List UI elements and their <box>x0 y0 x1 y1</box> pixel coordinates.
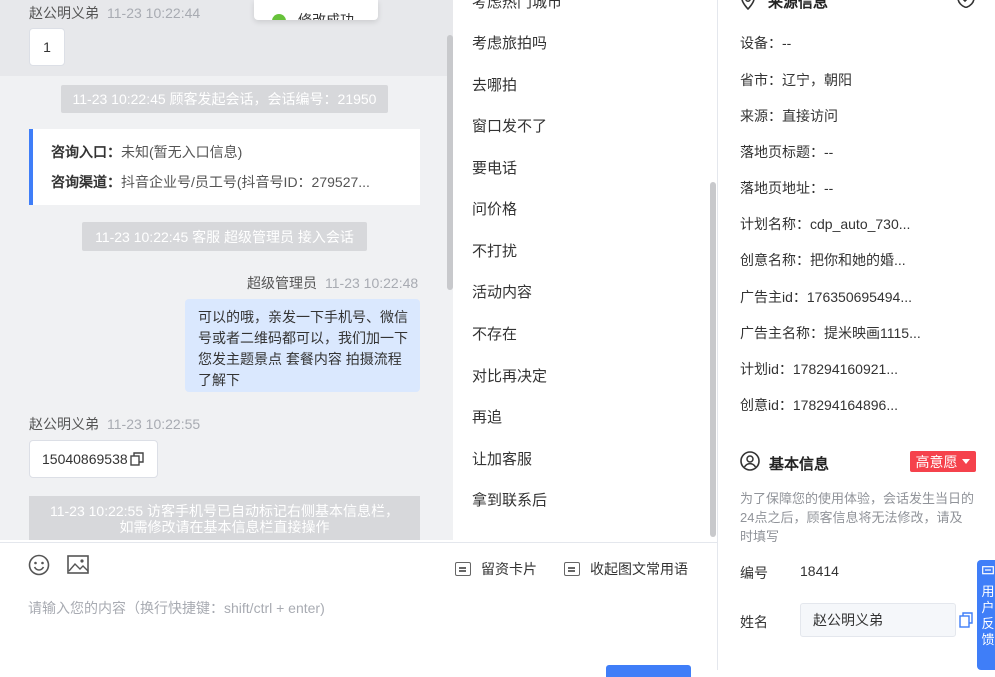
source-field-advertiser-id: 广告主id：176350695494... <box>740 289 912 305</box>
source-field-creative-id: 创意id：178294164896... <box>740 397 898 413</box>
system-message-agent-join: 11-23 10:22:45 客服 超级管理员 接入会话 <box>82 222 367 251</box>
intent-badge[interactable]: 高意愿 <box>910 451 976 472</box>
send-button[interactable] <box>606 665 691 677</box>
quick-reply-item[interactable]: 对比再决定 <box>472 365 547 386</box>
phone-auto-mark-notice: 11-23 10:22:55 访客手机号已自动标记右侧基本信息栏， 如需修改请在… <box>29 496 420 540</box>
consult-channel-row: 咨询渠道：抖音企业号/员工号(抖音号ID：279527... <box>51 171 401 201</box>
quick-reply-item[interactable]: 不打扰 <box>472 240 517 261</box>
lead-card-label: 留资卡片 <box>481 561 537 577</box>
source-field-plan-name: 计划名称：cdp_auto_730... <box>740 216 911 232</box>
success-check-icon <box>272 14 286 20</box>
shield-icon[interactable] <box>956 0 976 13</box>
quick-reply-item[interactable]: 考虑旅拍吗 <box>472 32 547 53</box>
feedback-button[interactable]: 用户反馈 <box>977 560 995 670</box>
quick-reply-item[interactable]: 考虑热门城市 <box>472 0 562 12</box>
source-field-landing-title: 落地页标题：-- <box>740 144 834 160</box>
quick-reply-item[interactable]: 去哪拍 <box>472 74 517 95</box>
customer-info-panel: 来源信息 设备：-- 省市：辽宁，朝阳 来源：直接访问 落地页标题：-- 落地页… <box>717 0 995 670</box>
visitor-sender-line-2: 赵公明义弟 11-23 10:22:55 <box>29 414 200 434</box>
feedback-label: 用户反馈 <box>981 584 995 647</box>
source-field-source: 来源：直接访问 <box>740 108 838 124</box>
card-icon <box>455 562 471 576</box>
emoji-icon[interactable] <box>28 554 50 581</box>
caret-down-icon <box>961 458 970 464</box>
visitor-name: 赵公明义弟 <box>29 416 99 432</box>
message-icon <box>982 566 994 575</box>
lead-card-button[interactable]: 留资卡片 <box>455 559 537 579</box>
name-label: 姓名 <box>740 614 768 630</box>
intent-badge-label: 高意愿 <box>915 453 958 470</box>
agent-sender-line: 超级管理员 11-23 10:22:48 <box>247 273 418 293</box>
copy-icon[interactable] <box>959 612 973 633</box>
image-icon[interactable] <box>67 555 89 579</box>
edit-deadline-hint: 为了保障您的使用体验，会话发生当日的24点之后，顾客信息将无法修改，请及时填写 <box>740 491 975 544</box>
quick-reply-item[interactable]: 窗口发不了 <box>472 115 547 136</box>
quick-reply-item[interactable]: 问价格 <box>472 198 517 219</box>
quick-reply-scrollbar[interactable] <box>710 182 716 537</box>
visitor-phone-text: 15040869538 <box>42 451 128 467</box>
source-info-title: 来源信息 <box>768 0 829 11</box>
notice-line-1: 11-23 10:22:55 访客手机号已自动标记右侧基本信息栏， <box>49 503 400 519</box>
message-input[interactable]: 请输入您的内容（换行快捷键：shift/ctrl + enter) <box>28 598 325 618</box>
message-composer: 留资卡片 收起图文常用语 请输入您的内容（换行快捷键：shift/ctrl + … <box>0 542 717 677</box>
id-value: 18414 <box>800 563 839 579</box>
quick-reply-item[interactable]: 再追 <box>472 406 502 427</box>
consult-entry-row: 咨询入口：未知(暂无入口信息) <box>51 141 401 171</box>
consult-entry-label: 咨询入口： <box>51 144 121 160</box>
source-field-region: 省市：辽宁，朝阳 <box>740 72 852 88</box>
visitor-sender-line: 赵公明义弟 11-23 10:22:44 <box>29 3 200 23</box>
source-field-device: 设备：-- <box>740 35 792 51</box>
source-field-creative-name: 创意名称：把你和她的婚... <box>740 252 906 268</box>
visitor-message: 1 <box>29 28 65 66</box>
chat-history-panel[interactable]: 赵公明义弟 11-23 10:22:44 1 11-23 10:22:45 顾客发… <box>0 0 453 540</box>
basic-info-title: 基本信息 <box>769 456 830 473</box>
system-message-session-start: 11-23 10:22:45 顾客发起会话，会话编号：21950 <box>61 85 388 113</box>
id-label: 编号 <box>740 565 768 581</box>
quick-reply-item[interactable]: 拿到联系后 <box>472 489 547 510</box>
notice-line-2: 如需修改请在基本信息栏直接操作 <box>119 519 330 535</box>
source-field-plan-id: 计划id：178294160921... <box>740 361 898 377</box>
consult-channel-value: 抖音企业号/员工号(抖音号ID：279527... <box>121 174 370 190</box>
collapse-phrases-label: 收起图文常用语 <box>590 561 688 577</box>
agent-time: 11-23 10:22:48 <box>325 275 419 291</box>
quick-reply-item[interactable]: 让加客服 <box>472 448 532 469</box>
name-field[interactable]: 赵公明义弟 <box>800 603 956 637</box>
quick-reply-item[interactable]: 不存在 <box>472 323 517 344</box>
copy-icon[interactable] <box>129 452 144 466</box>
agent-name: 超级管理员 <box>247 275 317 291</box>
visitor-phone-message: 15040869538 <box>29 440 158 478</box>
user-circle-icon <box>740 451 760 476</box>
visitor-name: 赵公明义弟 <box>29 5 99 21</box>
visitor-time: 11-23 10:22:55 <box>107 416 201 432</box>
phrases-icon <box>564 562 580 576</box>
collapse-phrases-button[interactable]: 收起图文常用语 <box>564 559 688 579</box>
source-field-advertiser-name: 广告主名称：提米映画1115... <box>740 325 921 341</box>
quick-reply-item[interactable]: 要电话 <box>472 157 517 178</box>
success-toast: 修改成功 <box>254 0 378 20</box>
consult-info-card: 咨询入口：未知(暂无入口信息) 咨询渠道：抖音企业号/员工号(抖音号ID：279… <box>29 129 420 205</box>
quick-reply-item[interactable]: 活动内容 <box>472 281 532 302</box>
consult-channel-label: 咨询渠道： <box>51 174 121 190</box>
consult-entry-value: 未知(暂无入口信息) <box>121 144 243 160</box>
toast-text: 修改成功 <box>298 12 354 20</box>
location-pin-icon <box>740 0 756 15</box>
quick-reply-list: 考虑热门城市 考虑旅拍吗 去哪拍 窗口发不了 要电话 问价格 不打扰 活动内容 … <box>453 0 717 542</box>
visitor-time: 11-23 10:22:44 <box>107 5 201 21</box>
visitor-message-text: 1 <box>43 39 51 55</box>
source-field-landing-url: 落地页地址：-- <box>740 180 834 196</box>
agent-message: 可以的哦，亲发一下手机号、微信号或者二维码都可以，我们加一下您发主题景点 套餐内… <box>185 299 420 392</box>
